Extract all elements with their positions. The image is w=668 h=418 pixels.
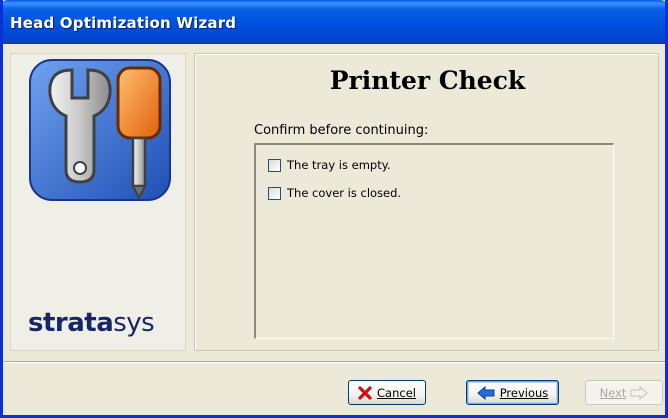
confirmation-box: The tray is empty. The cover is closed. (254, 143, 614, 339)
logo-text-bold: strata (28, 308, 114, 338)
tray-empty-label[interactable]: The tray is empty. (287, 158, 391, 172)
branding-panel: stratasys (10, 53, 186, 351)
check-tray-empty[interactable]: The tray is empty. (268, 158, 391, 172)
red-x-icon (358, 385, 372, 400)
instruction-label: Confirm before continuing: (254, 123, 429, 138)
cancel-button[interactable]: Cancel (348, 380, 426, 405)
cover-closed-label[interactable]: The cover is closed. (287, 186, 401, 200)
next-button[interactable]: Next (585, 380, 663, 405)
button-separator (3, 361, 665, 363)
logo-text-rest: sys (113, 308, 155, 338)
window-title: Head Optimization Wizard (10, 14, 237, 32)
back-arrow-icon (476, 385, 495, 400)
tray-empty-checkbox[interactable] (268, 158, 281, 172)
stratasys-logo: stratasys (28, 308, 155, 338)
previous-button[interactable]: Previous (466, 380, 559, 405)
content-panel: Printer Check Confirm before continuing:… (194, 53, 659, 351)
check-cover-closed[interactable]: The cover is closed. (268, 186, 401, 200)
cancel-label: Cancel (377, 385, 416, 400)
wizard-client-area: stratasys Printer Check Confirm before c… (3, 44, 665, 415)
cover-closed-checkbox[interactable] (268, 186, 281, 200)
previous-label: Previous (499, 385, 549, 400)
wizard-window: Head Optimization Wizard stratasys Print… (0, 0, 668, 418)
forward-arrow-icon (630, 385, 649, 400)
next-label: Next (599, 385, 627, 400)
page-title: Printer Check (329, 66, 526, 95)
wrench-screwdriver-icon (29, 59, 171, 201)
title-bar[interactable]: Head Optimization Wizard (3, 0, 665, 44)
